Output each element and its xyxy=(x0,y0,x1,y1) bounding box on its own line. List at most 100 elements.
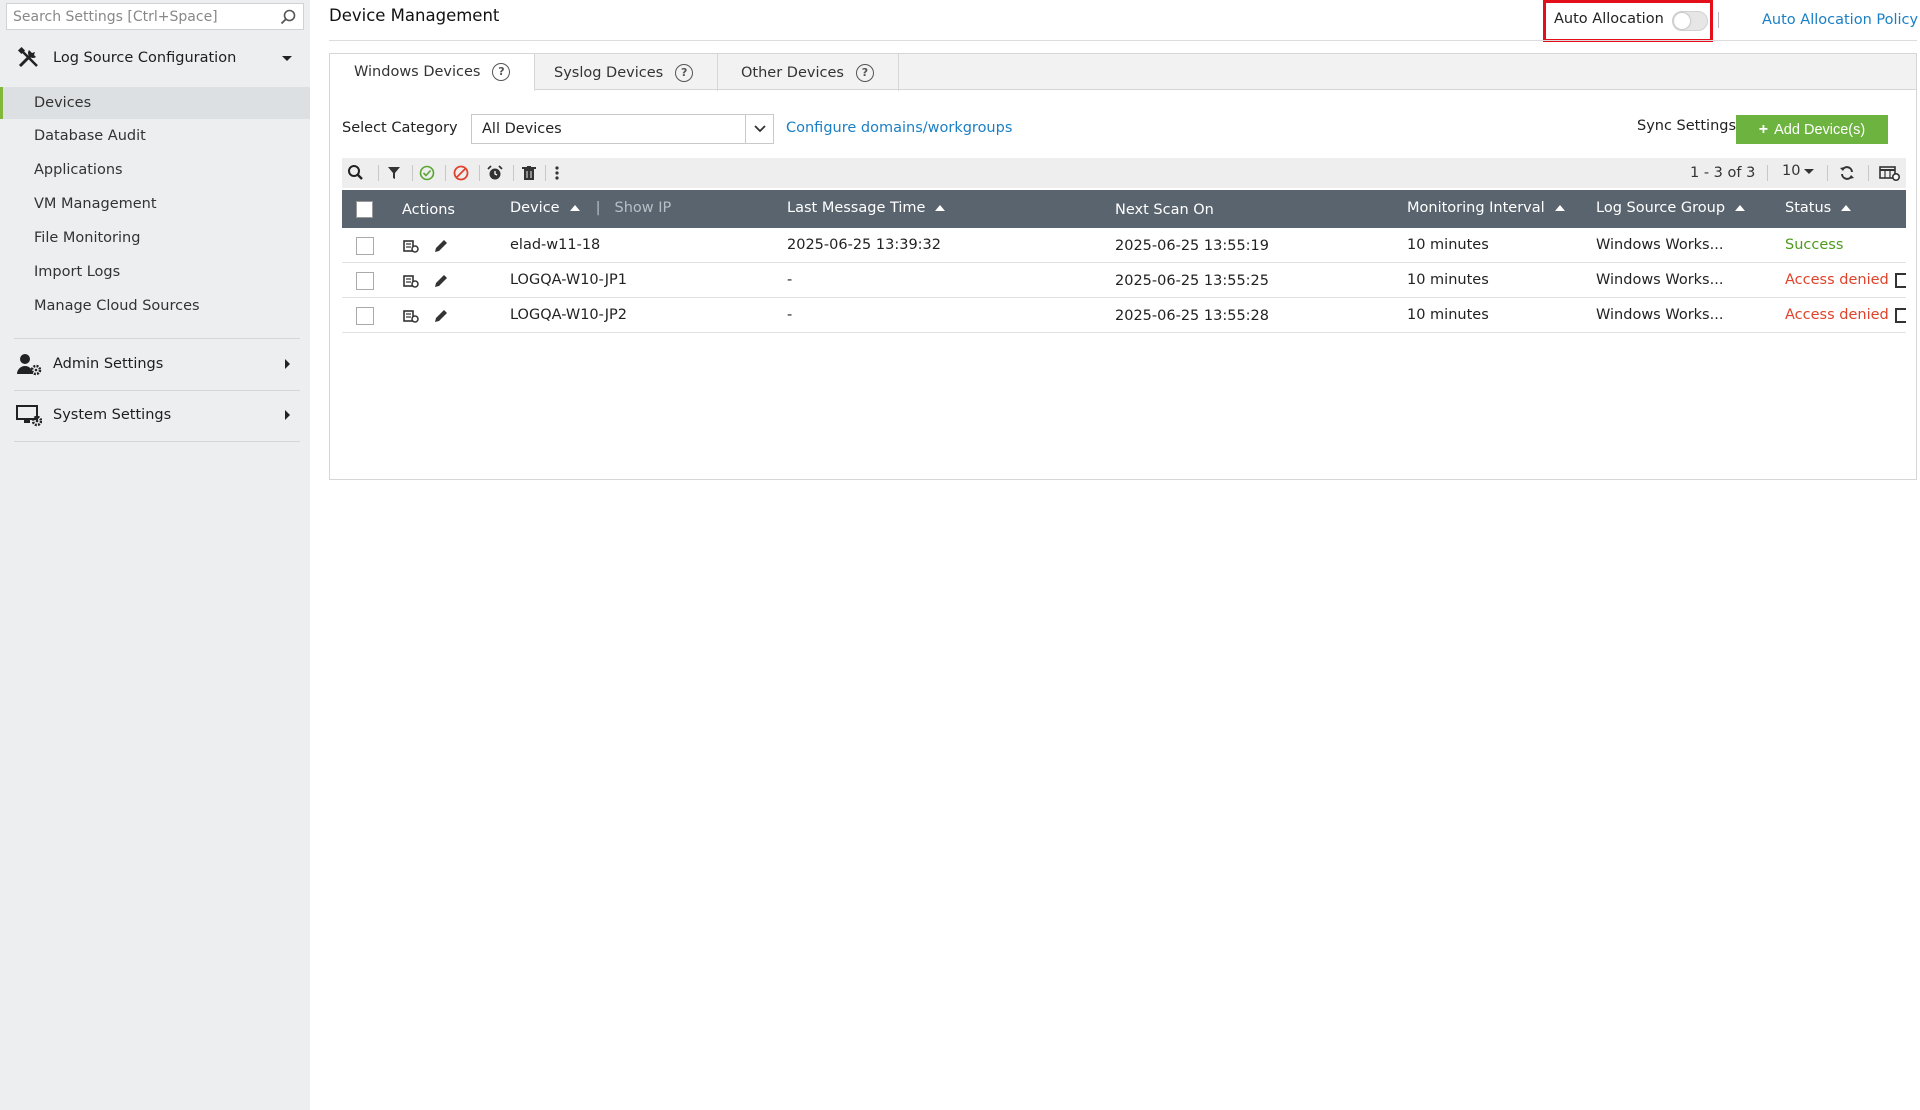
divider xyxy=(479,165,480,181)
device-details-icon[interactable] xyxy=(402,307,420,325)
add-devices-button[interactable]: + Add Device(s) xyxy=(1736,115,1888,144)
chevron-right-icon xyxy=(285,359,290,369)
help-icon[interactable]: ? xyxy=(855,63,874,82)
sync-settings-label: Sync Settings xyxy=(1637,118,1737,134)
table-row[interactable]: LOGQA-W10-JP1 - 2025-06-25 13:55:25 10 m… xyxy=(342,263,1906,298)
column-log-source-group[interactable]: Log Source Group xyxy=(1596,200,1746,216)
alarm-clock-icon[interactable] xyxy=(485,163,505,183)
column-label: Last Message Time xyxy=(787,200,926,216)
divider xyxy=(445,165,446,181)
filter-icon[interactable] xyxy=(384,163,404,183)
refresh-icon[interactable] xyxy=(1837,163,1857,183)
section-log-source-configuration[interactable]: Log Source Configuration xyxy=(0,36,310,80)
tab-label: Syslog Devices xyxy=(554,64,664,81)
auto-allocation-toggle[interactable] xyxy=(1672,11,1708,31)
help-icon[interactable]: ? xyxy=(675,63,694,82)
enable-icon[interactable] xyxy=(417,163,437,183)
monitoring-interval: 10 minutes xyxy=(1407,307,1489,323)
column-settings-icon[interactable] xyxy=(1878,163,1902,183)
status-badge: Success xyxy=(1785,237,1844,253)
auto-allocation-highlight: Auto Allocation xyxy=(1543,0,1713,42)
divider xyxy=(1868,165,1869,181)
divider xyxy=(1767,165,1768,181)
edit-icon[interactable] xyxy=(432,237,450,255)
sidebar-item-devices[interactable]: Devices xyxy=(0,87,310,119)
sidebar-item-import-logs[interactable]: Import Logs xyxy=(0,256,310,288)
category-select[interactable]: All Devices xyxy=(471,114,774,144)
sort-asc-icon xyxy=(1735,205,1746,211)
select-category-label: Select Category xyxy=(342,120,458,136)
grid-toolbar: 1 - 3 of 3 10 xyxy=(342,158,1906,188)
auto-allocation-label: Auto Allocation xyxy=(1554,11,1664,27)
tab-label: Other Devices xyxy=(741,64,844,81)
tab-syslog-devices[interactable]: Syslog Devices ? xyxy=(530,54,719,91)
show-ip-toggle[interactable]: Show IP xyxy=(614,200,671,216)
search-icon[interactable] xyxy=(279,8,297,26)
section-admin-settings[interactable]: Admin Settings xyxy=(0,342,310,386)
tab-windows-devices[interactable]: Windows Devices ? xyxy=(330,54,536,91)
divider xyxy=(14,390,300,391)
tab-other-devices[interactable]: Other Devices ? xyxy=(717,54,899,91)
chevron-down-icon[interactable] xyxy=(745,115,773,143)
sidebar-item-applications[interactable]: Applications xyxy=(0,154,310,186)
auto-allocation-policy-link[interactable]: Auto Allocation Policy xyxy=(1762,12,1918,28)
section-label: Admin Settings xyxy=(53,356,164,372)
section-label: Log Source Configuration xyxy=(53,50,237,66)
more-options-icon[interactable] xyxy=(547,163,567,183)
sidebar-item-file-monitoring[interactable]: File Monitoring xyxy=(0,222,310,254)
divider xyxy=(378,165,379,181)
grid-header: Actions Device | Show IP Last Message Time… xyxy=(342,190,1906,228)
search-icon[interactable] xyxy=(346,163,366,183)
divider xyxy=(412,165,413,181)
row-checkbox[interactable] xyxy=(356,237,374,255)
trash-icon[interactable] xyxy=(519,163,539,183)
select-all-checkbox[interactable] xyxy=(356,201,373,218)
per-page-select[interactable]: 10 xyxy=(1782,163,1815,179)
page-title: Device Management xyxy=(329,6,500,25)
column-status[interactable]: Status xyxy=(1785,200,1852,216)
row-checkbox[interactable] xyxy=(356,307,374,325)
next-scan-on: 2025-06-25 13:55:19 xyxy=(1115,238,1269,254)
sort-asc-icon xyxy=(1554,205,1565,211)
sync-settings-dropdown[interactable]: Sync Settings xyxy=(1637,118,1750,134)
column-monitoring-interval[interactable]: Monitoring Interval xyxy=(1407,200,1565,216)
row-checkbox[interactable] xyxy=(356,272,374,290)
column-label: Monitoring Interval xyxy=(1407,200,1545,216)
table-row[interactable]: LOGQA-W10-JP2 - 2025-06-25 13:55:28 10 m… xyxy=(342,298,1906,333)
monitor-gear-icon xyxy=(16,405,42,427)
settings-search-box[interactable] xyxy=(6,3,304,30)
status-badge: Access denied xyxy=(1785,307,1889,323)
column-label: Device xyxy=(510,200,560,216)
column-device[interactable]: Device | Show IP xyxy=(510,200,671,216)
help-icon[interactable]: ? xyxy=(492,63,511,81)
caret-down-icon xyxy=(1804,168,1815,174)
device-name[interactable]: LOGQA-W10-JP2 xyxy=(510,307,627,323)
device-details-icon[interactable] xyxy=(402,272,420,290)
settings-search-input[interactable] xyxy=(7,4,267,29)
disable-icon[interactable] xyxy=(451,163,471,183)
divider xyxy=(513,165,514,181)
last-message-time: - xyxy=(787,272,793,288)
error-details-icon[interactable] xyxy=(1895,273,1906,288)
edit-icon[interactable] xyxy=(432,307,450,325)
column-last-message-time[interactable]: Last Message Time xyxy=(787,200,946,216)
sort-asc-icon xyxy=(935,205,946,211)
error-details-icon[interactable] xyxy=(1895,308,1906,323)
last-message-time: 2025-06-25 13:39:32 xyxy=(787,237,941,253)
column-label: Status xyxy=(1785,200,1832,216)
sidebar-item-vm-management[interactable]: VM Management xyxy=(0,188,310,220)
sidebar-item-database-audit[interactable]: Database Audit xyxy=(0,120,310,152)
per-page-value: 10 xyxy=(1782,163,1801,179)
edit-icon[interactable] xyxy=(432,272,450,290)
column-next-scan-on[interactable]: Next Scan On xyxy=(1115,202,1214,218)
sidebar-item-manage-cloud-sources[interactable]: Manage Cloud Sources xyxy=(0,290,310,322)
table-row[interactable]: elad-w11-18 2025-06-25 13:39:32 2025-06-… xyxy=(342,228,1906,263)
user-gear-icon xyxy=(17,354,42,376)
main-content: Device Management Auto Allocation Auto A… xyxy=(310,0,1920,1110)
add-devices-label: Add Device(s) xyxy=(1774,121,1866,138)
device-name[interactable]: LOGQA-W10-JP1 xyxy=(510,272,627,288)
device-details-icon[interactable] xyxy=(402,237,420,255)
device-name[interactable]: elad-w11-18 xyxy=(510,237,600,253)
configure-domains-link[interactable]: Configure domains/workgroups xyxy=(786,120,1012,136)
section-system-settings[interactable]: System Settings xyxy=(0,393,310,437)
